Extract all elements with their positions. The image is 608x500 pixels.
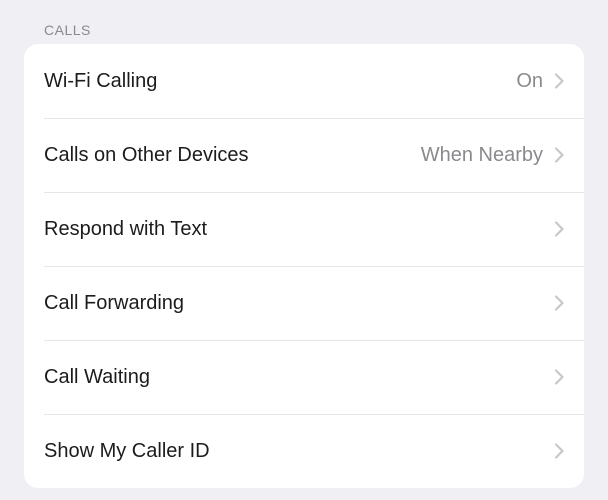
row-respond-with-text[interactable]: Respond with Text: [24, 192, 584, 266]
chevron-right-icon: [555, 221, 564, 237]
row-calls-on-other-devices[interactable]: Calls on Other Devices When Nearby: [24, 118, 584, 192]
settings-list: Wi-Fi Calling On Calls on Other Devices …: [24, 44, 584, 488]
row-label: Respond with Text: [44, 218, 543, 241]
row-label: Call Forwarding: [44, 292, 543, 315]
chevron-right-icon: [555, 147, 564, 163]
row-value: When Nearby: [421, 144, 543, 167]
row-wifi-calling[interactable]: Wi-Fi Calling On: [24, 44, 584, 118]
chevron-right-icon: [555, 443, 564, 459]
chevron-right-icon: [555, 73, 564, 89]
row-value: On: [516, 70, 543, 93]
row-call-forwarding[interactable]: Call Forwarding: [24, 266, 584, 340]
row-label: Call Waiting: [44, 366, 543, 389]
row-show-my-caller-id[interactable]: Show My Caller ID: [24, 414, 584, 488]
section-header-calls: CALLS: [0, 0, 608, 44]
row-call-waiting[interactable]: Call Waiting: [24, 340, 584, 414]
row-label: Show My Caller ID: [44, 440, 543, 463]
chevron-right-icon: [555, 369, 564, 385]
chevron-right-icon: [555, 295, 564, 311]
row-label: Calls on Other Devices: [44, 144, 421, 167]
row-label: Wi-Fi Calling: [44, 70, 516, 93]
